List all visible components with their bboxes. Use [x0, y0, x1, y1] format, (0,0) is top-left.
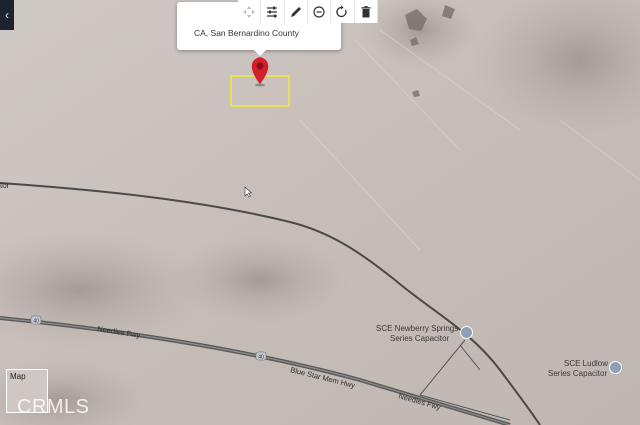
undo-button[interactable] [331, 0, 355, 23]
trash-icon [361, 5, 371, 17]
poi-icon-ludlow[interactable] [609, 361, 622, 374]
back-button[interactable]: ‹ [0, 0, 14, 30]
svg-text:40: 40 [258, 355, 264, 361]
clock-icon [313, 5, 325, 18]
edit-button[interactable] [284, 0, 308, 23]
map-canvas[interactable]: 40 40 tor Needles Fwy Blue Star Mem Hwy … [0, 0, 640, 425]
map-type-label: Map [10, 372, 26, 381]
edit-toolbar [238, 0, 378, 24]
adjust-button[interactable] [261, 0, 285, 23]
poi-label-newberry-2[interactable]: Series Capacitor [390, 334, 449, 343]
pin-dot [256, 62, 264, 70]
road-label-tor: tor [0, 181, 10, 190]
interstate-shield-1: 40 [30, 315, 42, 325]
poi-label-ludlow-2[interactable]: Series Capacitor [548, 369, 607, 378]
rotate-icon [336, 5, 348, 17]
sliders-icon [267, 6, 278, 17]
poi-label-ludlow-1[interactable]: SCE Ludlow [564, 359, 608, 368]
poi-icon-newberry[interactable] [460, 326, 473, 339]
svg-text:40: 40 [33, 319, 39, 325]
mountain-shading-s [170, 235, 350, 325]
pin-shadow [255, 83, 265, 87]
timer-button[interactable] [307, 0, 332, 23]
pencil-icon [290, 6, 301, 17]
watermark: CRMLS [17, 396, 90, 418]
interstate-shield-2: 40 [255, 351, 267, 361]
move-button[interactable] [238, 0, 262, 23]
move-icon [243, 5, 256, 18]
delete-button[interactable] [354, 0, 378, 23]
location-text: CA, San Bernardino County [194, 28, 299, 38]
poi-label-newberry-1[interactable]: SCE Newberry Springs [376, 324, 458, 333]
